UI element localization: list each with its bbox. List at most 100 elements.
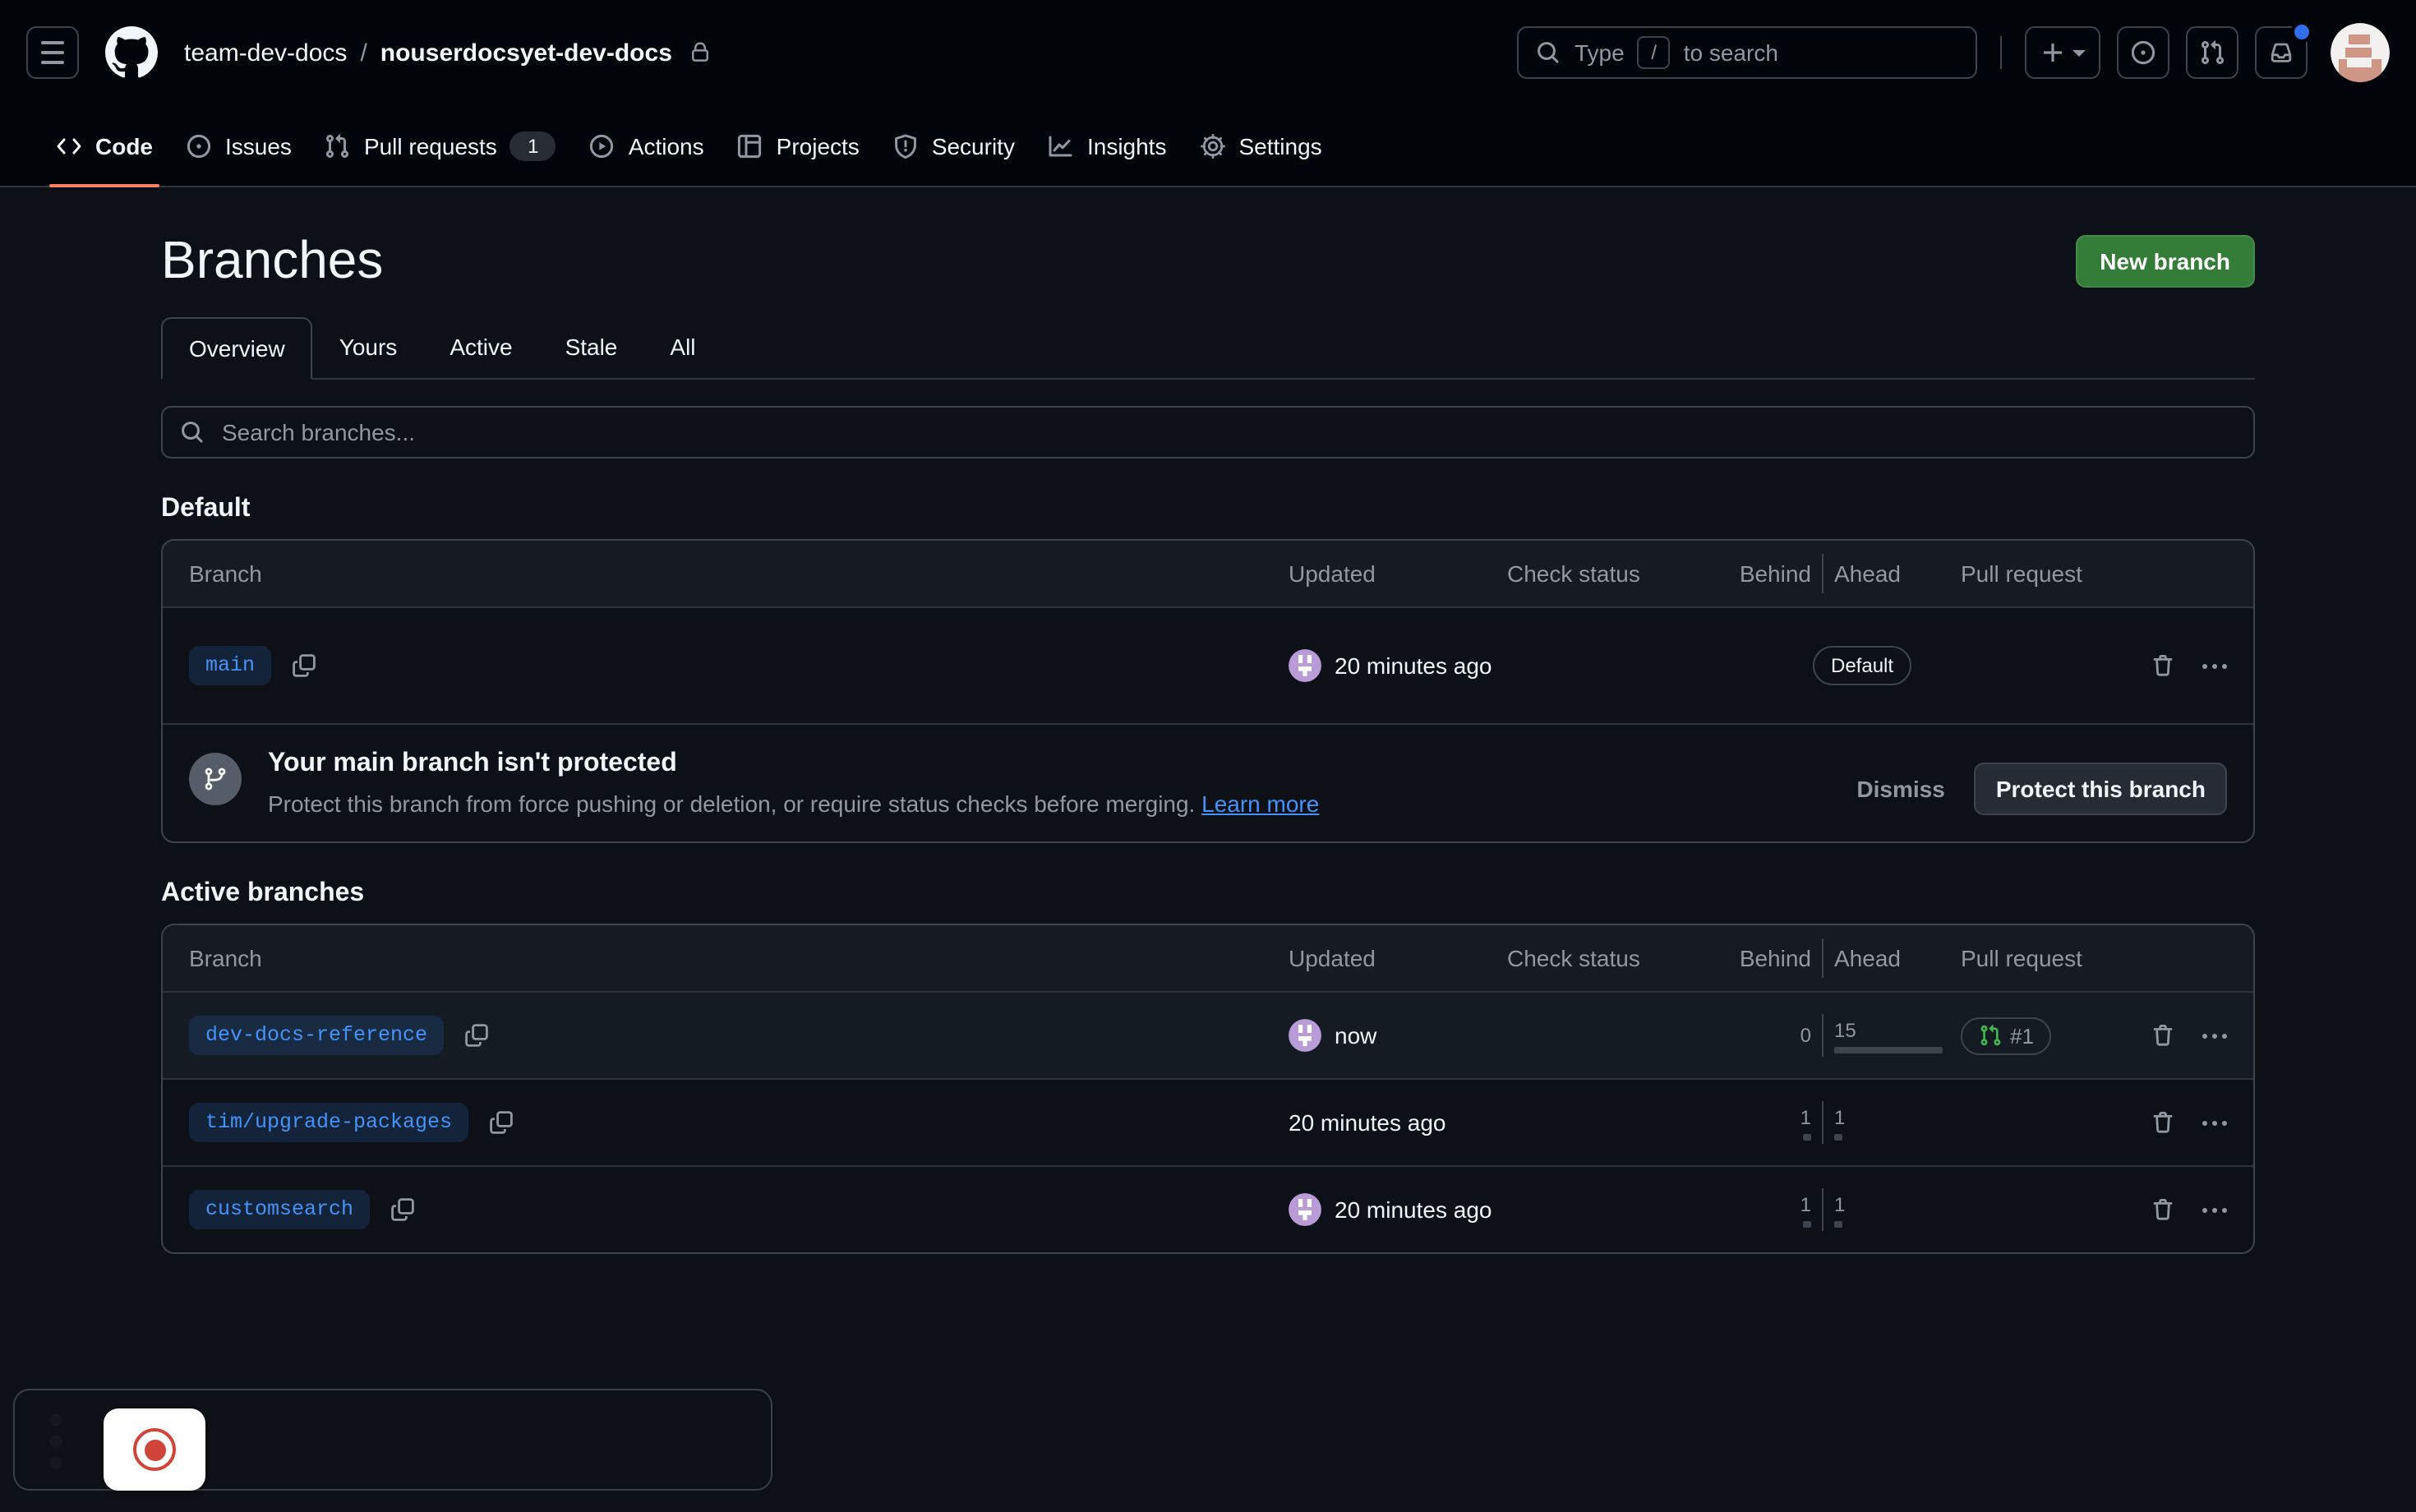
- row-menu-kebab-icon[interactable]: [2202, 1207, 2227, 1212]
- filter-tab-stale[interactable]: Stale: [539, 317, 644, 376]
- learn-more-link[interactable]: Learn more: [1201, 791, 1319, 817]
- record-button[interactable]: [104, 1408, 205, 1491]
- issue-opened-icon: [186, 132, 212, 159]
- private-repo-lock-icon: [689, 41, 712, 64]
- branch-row-dev-docs-reference[interactable]: dev-docs-reference now 0: [163, 991, 2253, 1078]
- git-pull-request-icon: [325, 132, 351, 159]
- breadcrumb: team-dev-docs / nouserdocsyet-dev-docs: [184, 39, 712, 67]
- filter-tab-yours[interactable]: Yours: [313, 317, 424, 376]
- global-menu-button[interactable]: [26, 26, 79, 79]
- default-section-heading: Default: [161, 495, 2255, 524]
- delete-branch-icon[interactable]: [2150, 652, 2176, 679]
- pull-request-link[interactable]: #1: [1961, 1016, 2052, 1054]
- drag-handle-dots-icon[interactable]: [49, 1413, 62, 1469]
- copy-branch-name-icon[interactable]: [390, 1196, 416, 1223]
- git-pull-request-icon: [1979, 1024, 2002, 1047]
- tab-security[interactable]: Security: [876, 105, 1031, 186]
- col-check-status: Check status: [1507, 945, 1741, 971]
- behind-ahead-divider: [1822, 1101, 1824, 1144]
- branch-name-link[interactable]: tim/upgrade-packages: [189, 1103, 468, 1142]
- pull-requests-counter: 1: [510, 131, 556, 160]
- branch-name-link[interactable]: dev-docs-reference: [189, 1016, 444, 1055]
- row-menu-kebab-icon[interactable]: [2202, 1120, 2227, 1125]
- tab-label: Code: [95, 132, 153, 159]
- branch-row-tim-upgrade-packages[interactable]: tim/upgrade-packages 20 minutes ago 1: [163, 1078, 2253, 1165]
- github-logo-icon[interactable]: [105, 26, 158, 79]
- copy-branch-name-icon[interactable]: [488, 1109, 514, 1136]
- committer-avatar[interactable]: [1289, 1193, 1321, 1226]
- search-placeholder-suffix: to search: [1684, 39, 1778, 66]
- updated-time: now: [1335, 1022, 1376, 1049]
- tab-label: Security: [932, 132, 1015, 159]
- committer-avatar[interactable]: [1289, 1019, 1321, 1052]
- record-icon: [133, 1428, 176, 1471]
- tab-insights[interactable]: Insights: [1031, 105, 1183, 186]
- filter-tab-all[interactable]: All: [643, 317, 722, 376]
- branch-name-link[interactable]: main: [189, 646, 271, 685]
- breadcrumb-separator: /: [360, 39, 367, 67]
- app-header: team-dev-docs / nouserdocsyet-dev-docs T…: [0, 0, 2416, 105]
- code-icon: [56, 132, 82, 159]
- play-circle-icon: [589, 132, 616, 159]
- tab-pull-requests[interactable]: Pull requests 1: [308, 105, 573, 186]
- row-menu-kebab-icon[interactable]: [2202, 663, 2227, 668]
- branch-name-link[interactable]: customsearch: [189, 1190, 370, 1229]
- header-divider: [2000, 36, 2002, 69]
- delete-branch-icon[interactable]: [2150, 1022, 2176, 1049]
- delete-branch-icon[interactable]: [2150, 1109, 2176, 1136]
- behind-ahead-divider: [1822, 938, 1824, 978]
- behind-count: 1: [1800, 1192, 1811, 1215]
- shield-icon: [892, 132, 919, 159]
- tab-projects[interactable]: Projects: [721, 105, 876, 186]
- pull-requests-dashboard-button[interactable]: [2186, 26, 2238, 79]
- col-ahead: Ahead: [1823, 560, 1905, 587]
- tab-label: Insights: [1087, 132, 1167, 159]
- filter-tab-active[interactable]: Active: [423, 317, 538, 376]
- behind-ahead-divider: [1822, 1014, 1824, 1057]
- tab-label: Settings: [1238, 132, 1321, 159]
- new-branch-button[interactable]: New branch: [2075, 234, 2255, 287]
- issue-opened-icon: [2130, 39, 2156, 66]
- user-avatar[interactable]: [2331, 23, 2390, 82]
- tab-code[interactable]: Code: [39, 105, 169, 186]
- search-branches-input[interactable]: [161, 406, 2255, 459]
- row-menu-kebab-icon[interactable]: [2202, 1033, 2227, 1038]
- col-branch: Branch: [189, 945, 1289, 971]
- col-check-status: Check status: [1507, 560, 1741, 587]
- default-branch-table: Branch Updated Check status Behind Ahead…: [161, 539, 2255, 843]
- tab-actions[interactable]: Actions: [573, 105, 721, 186]
- branch-row-customsearch[interactable]: customsearch 20 minutes ago 1: [163, 1165, 2253, 1252]
- global-search-input[interactable]: Type / to search: [1517, 26, 1977, 79]
- behind-bar: [1803, 1220, 1811, 1227]
- protect-branch-button[interactable]: Protect this branch: [1975, 763, 2227, 815]
- col-behind: Behind: [1741, 560, 1823, 587]
- active-branches-heading: Active branches: [161, 879, 2255, 909]
- dismiss-button[interactable]: Dismiss: [1856, 776, 1944, 802]
- breadcrumb-org-link[interactable]: team-dev-docs: [184, 39, 347, 67]
- copy-branch-name-icon[interactable]: [291, 652, 317, 679]
- banner-title: Your main branch isn't protected: [268, 749, 1319, 779]
- tab-settings[interactable]: Settings: [1183, 105, 1338, 186]
- create-new-button[interactable]: [2025, 26, 2100, 79]
- plus-icon: [2040, 39, 2066, 66]
- tab-label: Pull requests: [364, 132, 497, 159]
- updated-time: 20 minutes ago: [1335, 652, 1492, 679]
- ahead-count: 1: [1834, 1105, 1845, 1128]
- pull-request-number: #1: [2010, 1023, 2034, 1048]
- behind-ahead-divider: [1822, 1188, 1824, 1231]
- branch-row-main[interactable]: main 20 minutes ago Default: [163, 606, 2253, 723]
- filter-tab-overview[interactable]: Overview: [161, 317, 313, 380]
- committer-avatar[interactable]: [1289, 649, 1321, 682]
- col-ahead: Ahead: [1823, 945, 1905, 971]
- unread-notification-dot: [2291, 21, 2312, 43]
- graph-icon: [1048, 132, 1074, 159]
- copy-branch-name-icon[interactable]: [463, 1022, 490, 1049]
- delete-branch-icon[interactable]: [2150, 1196, 2176, 1223]
- col-pull-request: Pull request: [1905, 945, 2119, 971]
- tab-label: Actions: [629, 132, 704, 159]
- issues-dashboard-button[interactable]: [2117, 26, 2169, 79]
- breadcrumb-repo-link[interactable]: nouserdocsyet-dev-docs: [380, 39, 672, 67]
- active-branches-table: Branch Updated Check status Behind Ahead…: [161, 924, 2255, 1254]
- project-table-icon: [737, 132, 763, 159]
- tab-issues[interactable]: Issues: [169, 105, 308, 186]
